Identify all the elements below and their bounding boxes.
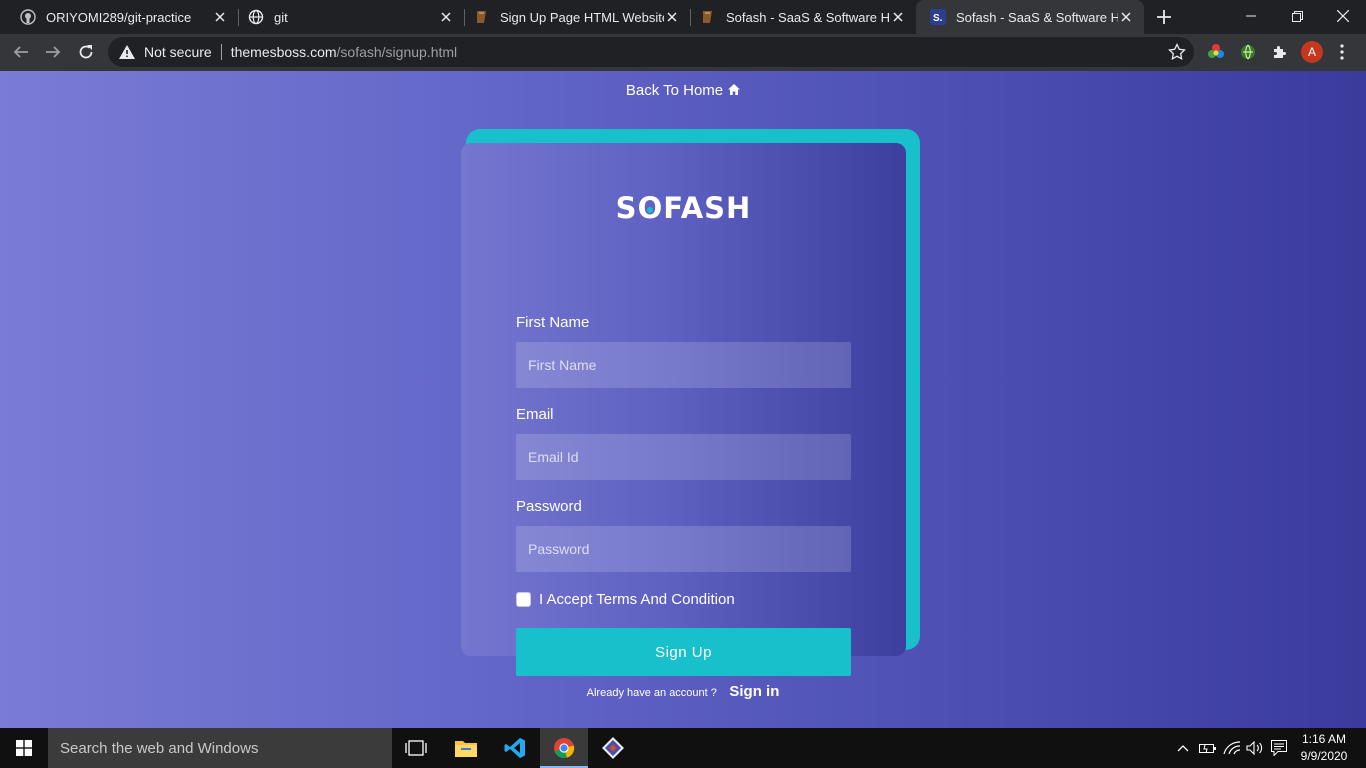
home-icon <box>728 82 741 99</box>
back-home-row: Back To Home <box>0 82 1366 99</box>
sign-in-prompt: Already have an account ? Sign in <box>0 683 1366 701</box>
github-icon <box>20 9 36 25</box>
volume-icon[interactable] <box>1245 728 1265 768</box>
profile-avatar[interactable]: A <box>1301 41 1323 63</box>
address-bar[interactable]: Not secure themesboss.com/sofash/signup.… <box>108 37 1194 67</box>
password-input[interactable] <box>516 526 851 572</box>
email-input[interactable] <box>516 434 851 480</box>
back-arrow-icon[interactable] <box>11 42 31 62</box>
logo-text-end: FASH <box>663 191 752 225</box>
warning-icon[interactable] <box>118 43 136 61</box>
chrome-taskbar-icon[interactable] <box>540 728 588 768</box>
windows-start-icon[interactable] <box>0 728 48 768</box>
close-tab-icon[interactable] <box>212 9 228 25</box>
logo-text-start: S <box>615 191 638 225</box>
extensions-puzzle-icon[interactable] <box>1270 42 1290 62</box>
globe-extension-icon[interactable] <box>1238 42 1258 62</box>
sign-in-link[interactable]: Sign in <box>729 683 779 700</box>
color-extension-icon[interactable] <box>1206 42 1226 62</box>
email-label: Email <box>516 406 554 423</box>
wifi-icon[interactable] <box>1222 728 1242 768</box>
bookmark-icon <box>474 9 490 25</box>
first-name-label: First Name <box>516 314 590 331</box>
browser-toolbar: Not secure themesboss.com/sofash/signup.… <box>0 34 1366 71</box>
close-tab-icon[interactable] <box>1118 9 1134 25</box>
system-clock[interactable]: 1:16 AM 9/9/2020 <box>1294 731 1354 765</box>
new-tab-icon[interactable] <box>1154 7 1174 27</box>
back-home-label: Back To Home <box>625 82 724 99</box>
minimize-icon[interactable] <box>1228 0 1274 32</box>
sofash-icon: S. <box>930 9 946 25</box>
logo-o: O <box>638 191 664 225</box>
globe-icon <box>248 9 264 25</box>
close-tab-icon[interactable] <box>664 9 680 25</box>
reload-icon[interactable] <box>76 42 96 62</box>
omnibox-divider <box>220 44 222 60</box>
clock-time: 1:16 AM <box>1301 732 1347 746</box>
bookmark-icon <box>700 9 716 25</box>
url-path: /sofash/signup.html <box>336 44 458 60</box>
close-window-icon[interactable] <box>1320 0 1366 32</box>
svg-text:S.: S. <box>933 13 943 24</box>
url-host: themesboss.com <box>230 44 337 60</box>
taskbar-search-box[interactable]: Search the web and Windows <box>48 728 392 768</box>
restore-icon[interactable] <box>1274 0 1320 32</box>
close-tab-icon[interactable] <box>890 9 906 25</box>
terms-row: I Accept Terms And Condition <box>516 591 735 608</box>
already-account-text: Already have an account ? <box>586 687 717 699</box>
sign-up-button[interactable]: Sign Up <box>516 628 851 676</box>
git-gui-icon[interactable] <box>589 728 637 768</box>
tab-github[interactable]: ORIYOMI289/git-practice <box>0 0 238 34</box>
signup-card: SOFASH First Name Email Password I Accep… <box>461 143 906 676</box>
first-name-input[interactable] <box>516 342 851 388</box>
tray-chevron-up-icon[interactable] <box>1174 728 1192 768</box>
battery-icon[interactable] <box>1198 728 1218 768</box>
page-viewport: Back To Home SOFASH First Name Email Pas… <box>0 71 1366 728</box>
tab-sofash-active[interactable]: S. Sofash - SaaS & Software Htm <box>916 0 1144 34</box>
windows-taskbar: Search the web and Windows 1:16 AM 9/9/2… <box>0 728 1366 768</box>
url-text: themesboss.com/sofash/signup.html <box>231 44 457 60</box>
notifications-icon[interactable] <box>1269 728 1289 768</box>
sofash-logo: SOFASH <box>461 191 906 225</box>
file-explorer-icon[interactable] <box>442 728 490 768</box>
menu-kebab-icon[interactable] <box>1332 42 1352 62</box>
password-label: Password <box>516 498 582 515</box>
forward-arrow-icon[interactable] <box>43 42 63 62</box>
security-label: Not secure <box>144 44 212 60</box>
tab-title: Sofash - SaaS & Software HTM <box>726 9 890 25</box>
tab-title: git <box>274 9 288 25</box>
bookmark-star-icon[interactable] <box>1168 42 1186 61</box>
vscode-icon[interactable] <box>491 728 539 768</box>
tab-sofash-1[interactable]: Sofash - SaaS & Software HTM <box>680 0 916 34</box>
tab-git[interactable]: git <box>228 0 464 34</box>
tab-title: ORIYOMI289/git-practice <box>46 9 192 25</box>
clock-date: 9/9/2020 <box>1300 749 1348 763</box>
task-view-icon[interactable] <box>392 728 440 768</box>
tab-sign-up-page[interactable]: Sign Up Page HTML Website Te <box>454 0 690 34</box>
tab-title: Sign Up Page HTML Website Te <box>500 9 664 25</box>
terms-checkbox[interactable] <box>516 592 531 607</box>
tab-title: Sofash - SaaS & Software Htm <box>956 9 1118 25</box>
terms-label: I Accept Terms And Condition <box>539 591 735 608</box>
browser-tab-strip: ORIYOMI289/git-practice git Sign Up Page… <box>0 0 1366 34</box>
close-tab-icon[interactable] <box>438 9 454 25</box>
back-home-link[interactable]: Back To Home <box>625 82 741 99</box>
